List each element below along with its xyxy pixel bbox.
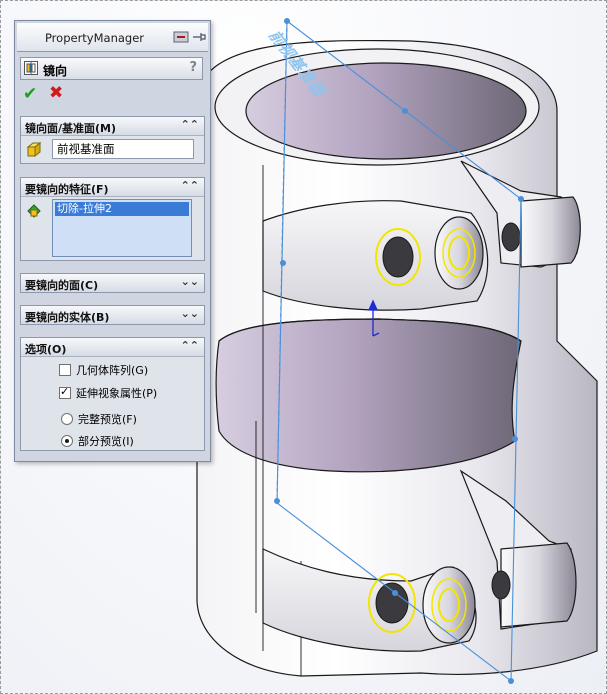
section-header-mirror-plane[interactable]: 镜向面/基准面(M) ⌃⌃: [21, 117, 204, 136]
section-faces-to-mirror: 要镜向的面(C) ⌄⌄: [20, 273, 205, 293]
option-label: 延伸视象属性(P): [76, 387, 158, 400]
partial-preview-radio[interactable]: [61, 435, 73, 447]
full-preview-radio[interactable]: [61, 413, 73, 425]
option-label: 部分预览(I): [78, 435, 134, 448]
collapse-icon[interactable]: ⌃⌃: [181, 339, 199, 352]
full-preview-option[interactable]: 完整预览(F): [61, 411, 137, 427]
pin-icon[interactable]: [173, 30, 189, 44]
mirror-feature-icon: [24, 61, 38, 75]
option-label: 几何体阵列(G): [76, 364, 149, 377]
list-item[interactable]: 切除-拉伸2: [55, 202, 189, 216]
collapse-icon[interactable]: ⌃⌃: [181, 118, 199, 131]
propagate-visual-option[interactable]: 延伸视象属性(P): [59, 385, 157, 401]
help-button[interactable]: ?: [189, 60, 197, 75]
property-manager: PropertyManager 镜向 ? ✔ ✖ 镜向面/基准面(M) ⌃⌃ 前…: [14, 20, 211, 462]
cancel-button[interactable]: ✖: [49, 83, 63, 103]
push-pin-icon[interactable]: [191, 30, 207, 44]
section-label: 选项(O): [25, 343, 67, 356]
option-label: 完整预览(F): [78, 413, 137, 426]
section-header-features[interactable]: 要镜向的特征(F) ⌃⌃: [21, 178, 204, 197]
pm-header: PropertyManager: [17, 23, 208, 52]
section-header-options[interactable]: 选项(O) ⌃⌃: [21, 338, 204, 357]
expand-icon[interactable]: ⌄⌄: [181, 307, 199, 320]
expand-icon[interactable]: ⌄⌄: [181, 275, 199, 288]
feature-title-bar: 镜向 ?: [20, 57, 203, 80]
section-label: 要镜向的实体(B): [25, 311, 110, 324]
section-options: 选项(O) ⌃⌃ 几何体阵列(G) 延伸视象属性(P) 完整预览(F) 部分预览…: [20, 337, 205, 451]
features-list[interactable]: 切除-拉伸2: [52, 199, 192, 257]
section-header-faces[interactable]: 要镜向的面(C) ⌄⌄: [21, 274, 204, 292]
partial-preview-option[interactable]: 部分预览(I): [61, 433, 134, 449]
collapse-icon[interactable]: ⌃⌃: [181, 179, 199, 192]
section-label: 要镜向的特征(F): [25, 183, 109, 196]
section-header-bodies[interactable]: 要镜向的实体(B) ⌄⌄: [21, 306, 204, 324]
section-label: 镜向面/基准面(M): [25, 122, 117, 135]
section-bodies-to-mirror: 要镜向的实体(B) ⌄⌄: [20, 305, 205, 325]
ok-button[interactable]: ✔: [23, 84, 37, 104]
features-icon: [26, 203, 42, 222]
section-mirror-plane: 镜向面/基准面(M) ⌃⌃ 前视基准面: [20, 116, 205, 164]
section-features-to-mirror: 要镜向的特征(F) ⌃⌃ 切除-拉伸2: [20, 177, 205, 261]
feature-name: 镜向: [43, 64, 68, 78]
geometry-pattern-checkbox[interactable]: [59, 364, 71, 376]
model-body: [196, 39, 598, 677]
pm-title: PropertyManager: [44, 31, 145, 45]
geometry-pattern-option[interactable]: 几何体阵列(G): [59, 362, 148, 378]
graphics-area[interactable]: 前视基准面 PropertyManager 镜向 ? ✔ ✖ 镜向面/基准面(M…: [0, 0, 607, 694]
section-label: 要镜向的面(C): [25, 279, 99, 292]
plane-face-icon: [26, 141, 42, 161]
propagate-visual-checkbox[interactable]: [59, 385, 71, 399]
mirror-plane-field[interactable]: 前视基准面: [52, 139, 194, 159]
